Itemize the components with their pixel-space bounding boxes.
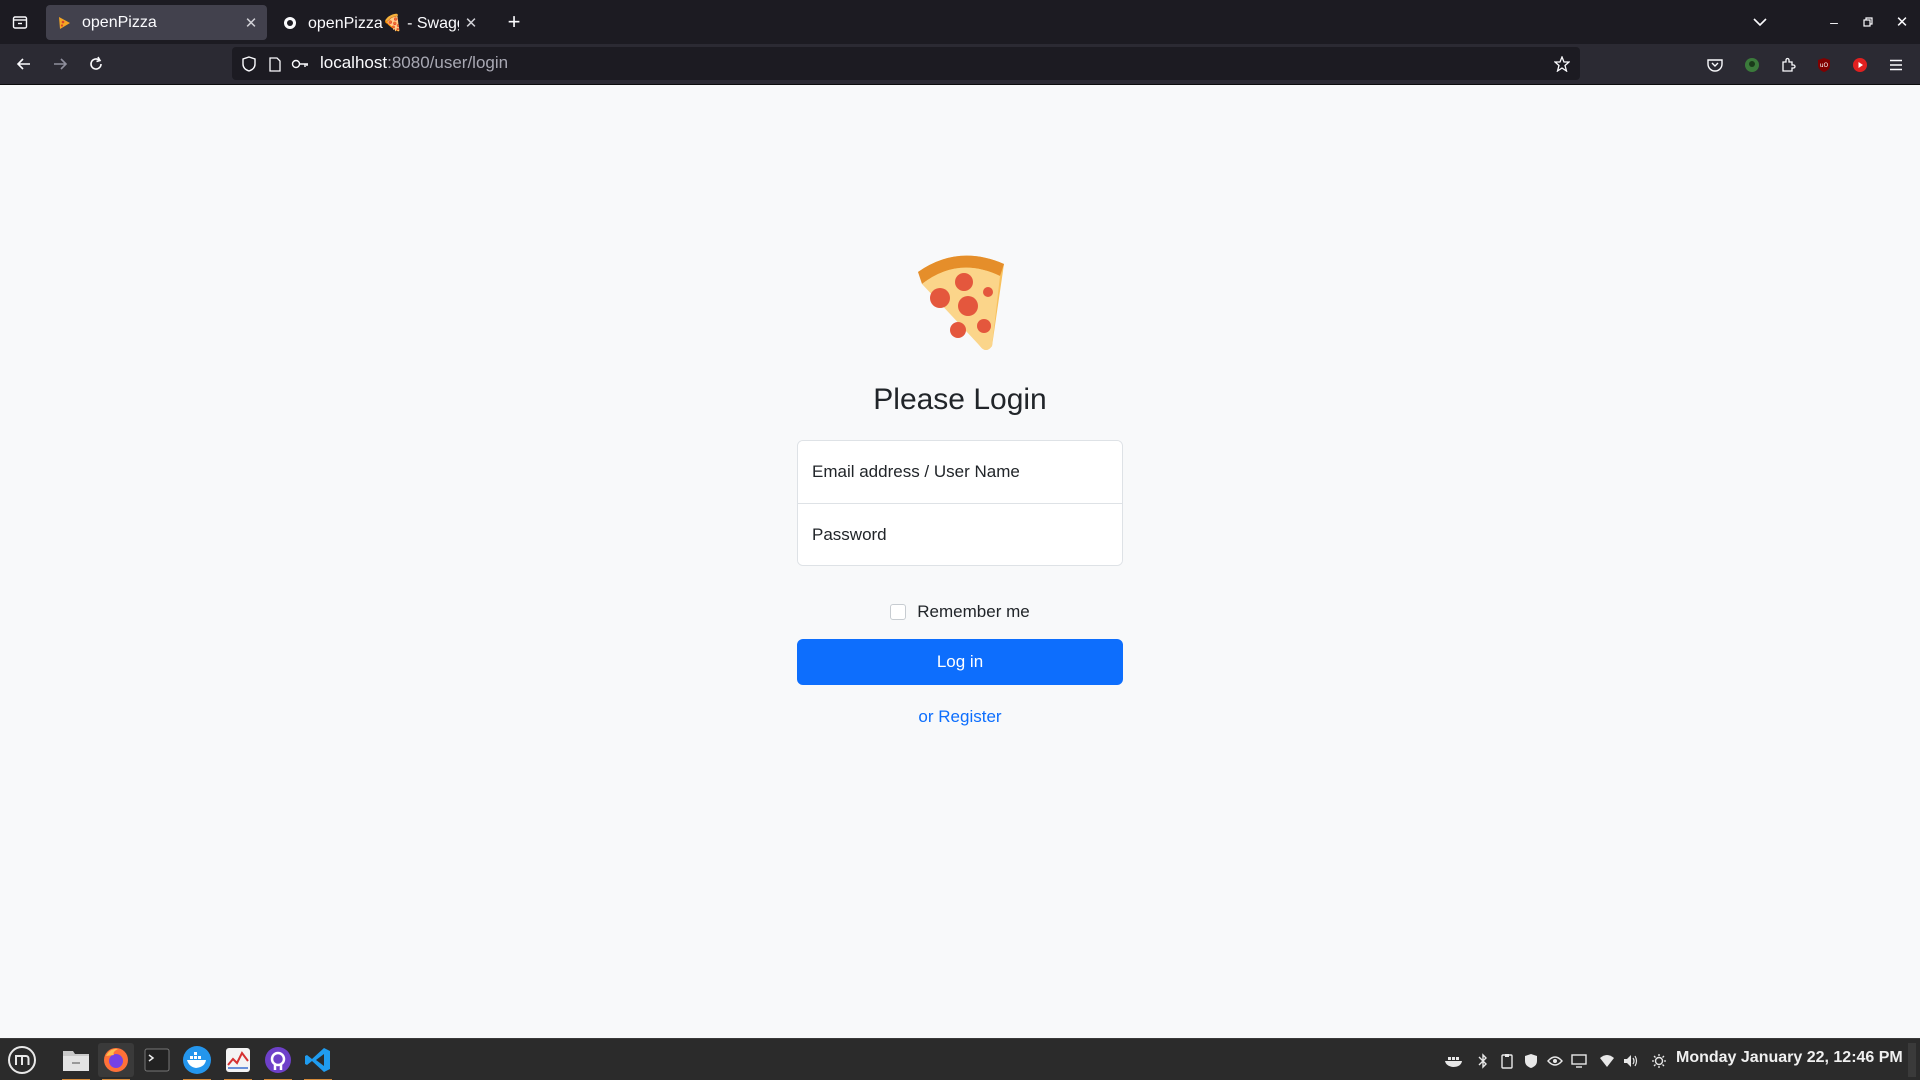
close-window-icon[interactable]: ✕ xyxy=(1890,10,1914,34)
wifi-icon[interactable] xyxy=(1597,1051,1617,1071)
display-icon[interactable] xyxy=(1569,1051,1589,1071)
new-tab-icon[interactable]: + xyxy=(502,9,526,34)
github-desktop-app-icon[interactable] xyxy=(260,1043,296,1080)
tab-title: openPizza xyxy=(82,13,157,31)
browser-tab-bar: openPizza ✕ openPizza🍕 - Swagger ✕ + – ✕ xyxy=(0,0,1920,44)
bookmark-star-icon[interactable] xyxy=(1552,54,1572,74)
docker-app-icon[interactable] xyxy=(179,1043,215,1080)
login-form: Please Login Email address / User Name P… xyxy=(797,242,1123,731)
taskbar-clock[interactable]: Monday January 22, 12:46 PM xyxy=(1676,1049,1903,1067)
bluetooth-icon[interactable] xyxy=(1473,1051,1493,1071)
taskbar: Monday January 22, 12:46 PM xyxy=(0,1038,1920,1080)
brightness-icon[interactable] xyxy=(1649,1051,1669,1071)
remember-me-label: Remember me xyxy=(917,602,1030,621)
key-icon[interactable] xyxy=(290,55,310,73)
reload-icon[interactable] xyxy=(84,52,108,76)
tab-list-icon[interactable] xyxy=(8,10,32,34)
tab-title: openPizza🍕 - Swagger xyxy=(308,14,459,32)
pizza-favicon-icon xyxy=(56,15,72,31)
nvidia-icon[interactable] xyxy=(1545,1051,1565,1071)
pocket-icon[interactable] xyxy=(1704,54,1726,76)
mint-menu-icon[interactable] xyxy=(4,1043,40,1077)
svg-text:uO: uO xyxy=(1820,62,1829,69)
menu-hamburger-icon[interactable] xyxy=(1885,54,1907,76)
files-app-icon[interactable] xyxy=(58,1043,94,1080)
volume-icon[interactable] xyxy=(1621,1051,1641,1071)
password-input[interactable]: Password xyxy=(798,503,1122,565)
list-all-tabs-icon[interactable] xyxy=(1748,10,1772,34)
close-tab-icon[interactable]: ✕ xyxy=(459,11,483,35)
register-link[interactable]: or Register xyxy=(797,707,1123,731)
tab-swagger[interactable]: openPizza🍕 - Swagger ✕ xyxy=(272,5,487,40)
pizza-logo-icon xyxy=(918,255,1004,350)
extensions-puzzle-icon[interactable] xyxy=(1777,54,1799,76)
username-input[interactable]: Email address / User Name xyxy=(798,441,1122,503)
url-host: localhost xyxy=(320,53,388,72)
back-icon[interactable] xyxy=(12,52,36,76)
credentials-group: Email address / User Name Password xyxy=(797,440,1123,566)
tab-openpizza[interactable]: openPizza ✕ xyxy=(46,5,267,40)
terminal-app-icon[interactable] xyxy=(139,1043,175,1077)
system-monitor-app-icon[interactable] xyxy=(220,1043,256,1080)
remember-me-checkbox[interactable] xyxy=(890,604,907,620)
shield-tray-icon[interactable] xyxy=(1521,1051,1541,1071)
github-favicon-icon xyxy=(282,15,298,31)
remember-me-row[interactable]: Remember me xyxy=(797,600,1123,624)
firefox-app-icon[interactable] xyxy=(98,1043,134,1080)
url-path: :8080/user/login xyxy=(387,53,509,72)
page-title: Please Login xyxy=(873,383,1047,416)
youtube-extension-icon[interactable] xyxy=(1849,54,1871,76)
close-tab-icon[interactable]: ✕ xyxy=(239,11,263,35)
page-content: Please Login Email address / User Name P… xyxy=(0,86,1920,1038)
url-text: localhost:8080/user/login xyxy=(320,53,508,73)
page-icon xyxy=(266,55,284,73)
url-bar[interactable]: localhost:8080/user/login xyxy=(232,47,1580,80)
forward-icon[interactable] xyxy=(48,52,72,76)
extension-avatar-icon[interactable] xyxy=(1741,54,1763,76)
show-desktop-button[interactable] xyxy=(1908,1043,1916,1077)
shield-icon[interactable] xyxy=(240,55,258,73)
vscode-app-icon[interactable] xyxy=(300,1043,336,1080)
minimize-icon[interactable]: – xyxy=(1822,10,1846,34)
ublock-icon[interactable]: uO xyxy=(1813,54,1835,76)
docker-tray-icon[interactable] xyxy=(1444,1051,1464,1071)
clipboard-icon[interactable] xyxy=(1497,1051,1517,1071)
restore-icon[interactable] xyxy=(1856,10,1880,34)
login-button[interactable]: Log in xyxy=(797,639,1123,685)
